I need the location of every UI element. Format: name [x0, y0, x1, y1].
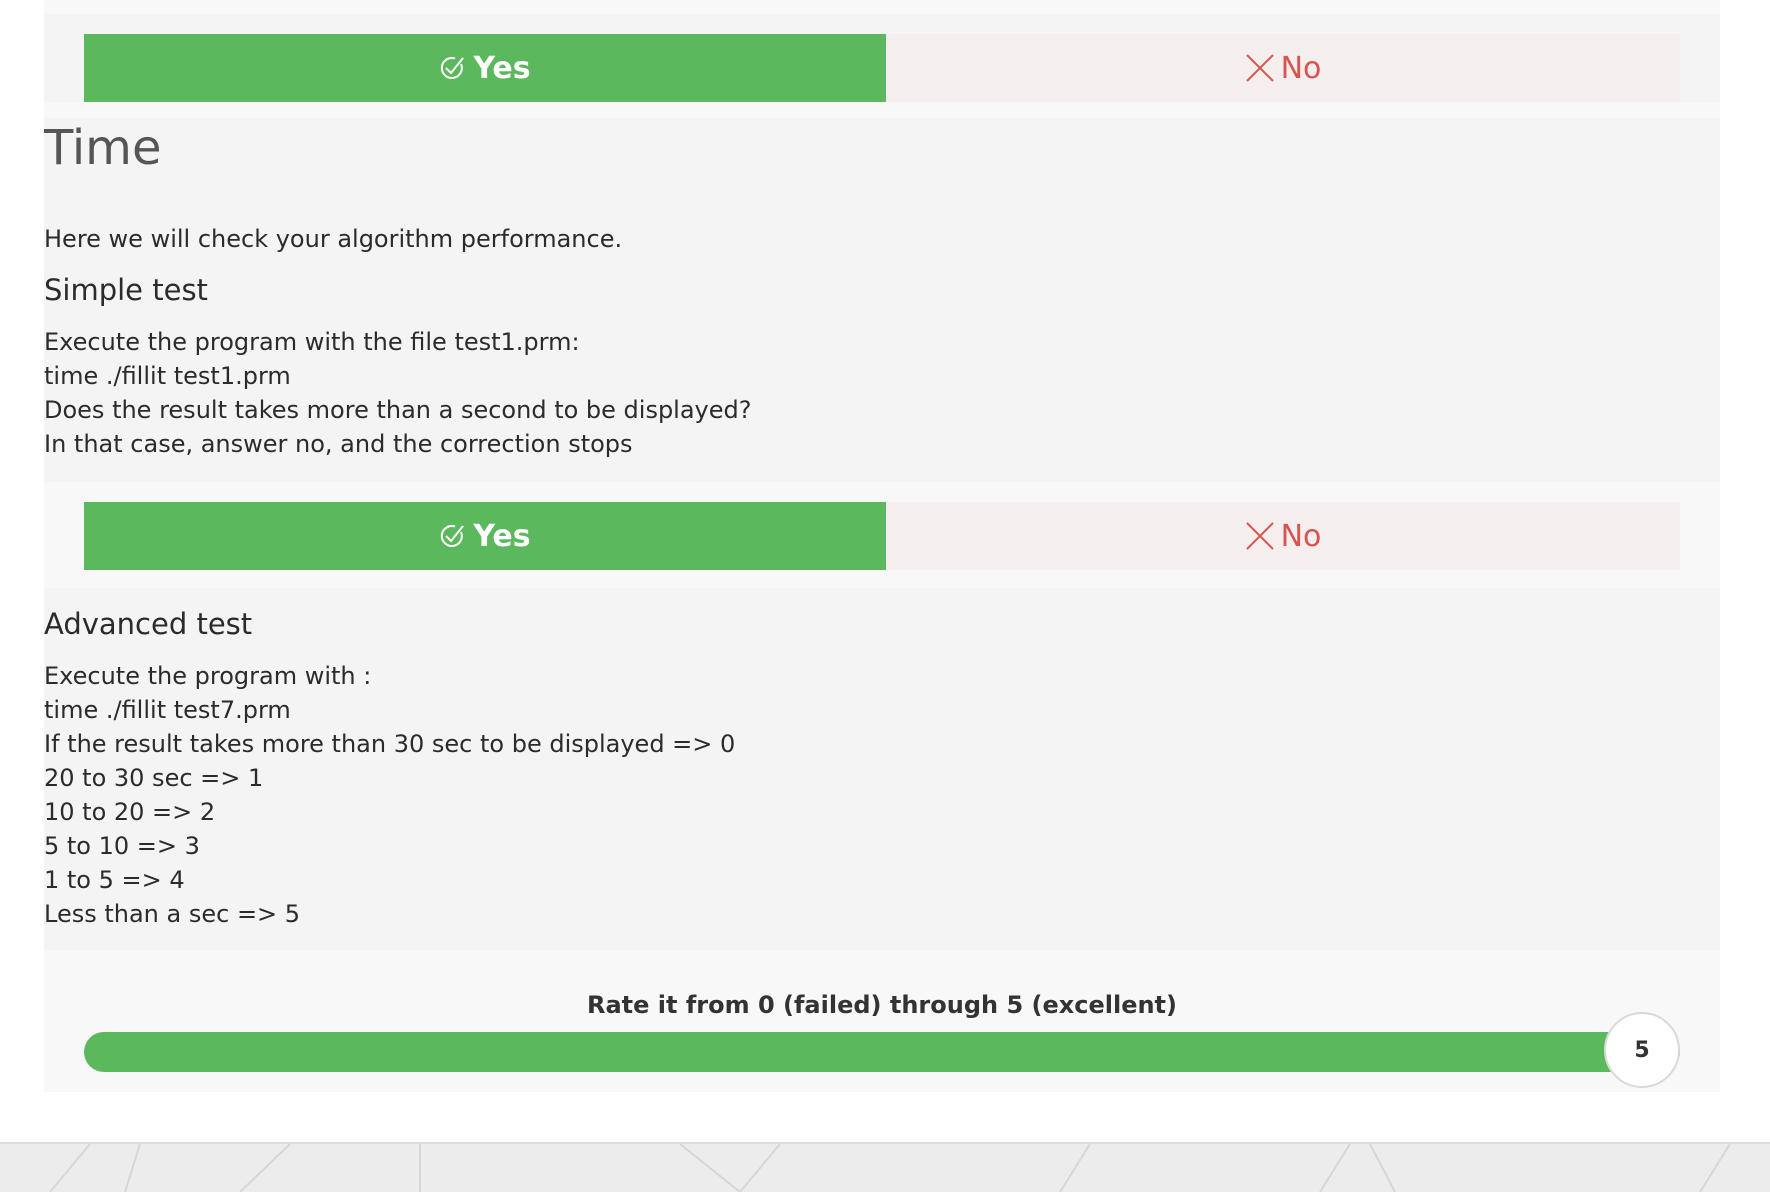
instruction-line: If the result takes more than 30 sec to …	[44, 730, 736, 758]
instruction-line: Execute the program with the file test1.…	[44, 328, 580, 356]
check-circle-icon	[441, 57, 465, 79]
instruction-line: time ./fillit test1.prm	[44, 362, 291, 390]
instruction-line: 20 to 30 sec => 1	[44, 764, 264, 792]
rating-slider[interactable]: 5	[84, 1012, 1680, 1088]
instruction-line: time ./fillit test7.prm	[44, 696, 291, 724]
advanced-test-instructions: Execute the program with : time ./fillit…	[44, 659, 735, 931]
no-button[interactable]: No	[886, 502, 1680, 570]
instruction-line: In that case, answer no, and the correct…	[44, 430, 633, 458]
no-label: No	[1280, 518, 1322, 554]
no-button[interactable]: No	[886, 34, 1680, 102]
section-intro: Here we will check your algorithm perfor…	[44, 225, 623, 253]
evaluation-card: Yes No Time Here we will check your algo…	[44, 0, 1720, 1092]
instruction-line: Execute the program with :	[44, 662, 372, 690]
background-pattern	[49, 1144, 1731, 1192]
rating-label: Rate it from 0 (failed) through 5 (excel…	[587, 991, 1177, 1019]
check-circle-icon	[441, 525, 465, 547]
no-label: No	[1280, 50, 1322, 86]
x-icon	[1245, 522, 1274, 550]
instruction-line: 1 to 5 => 4	[44, 866, 185, 894]
instruction-line: 10 to 20 => 2	[44, 798, 216, 826]
instruction-line: Does the result takes more than a second…	[44, 396, 752, 424]
instruction-line: 5 to 10 => 3	[44, 832, 200, 860]
page-footer	[0, 1142, 1770, 1192]
yes-button[interactable]: Yes	[84, 34, 886, 102]
rating-slider-handle[interactable]: 5	[1604, 1012, 1680, 1088]
x-icon	[1245, 54, 1274, 82]
separator	[44, 0, 1720, 14]
separator	[44, 102, 1720, 118]
instruction-line: Less than a sec => 5	[44, 900, 301, 928]
yes-label: Yes	[473, 50, 531, 86]
yes-button[interactable]: Yes	[84, 502, 886, 570]
yes-label: Yes	[473, 518, 531, 554]
rating-slider-fill	[84, 1032, 1680, 1072]
advanced-test-heading: Advanced test	[44, 607, 253, 641]
simple-test-answer: Yes No	[84, 502, 1680, 570]
simple-test-instructions: Execute the program with the file test1.…	[44, 325, 752, 461]
simple-test-heading: Simple test	[44, 273, 208, 307]
previous-question-answer: Yes No	[84, 34, 1680, 102]
section-title: Time	[44, 120, 162, 176]
